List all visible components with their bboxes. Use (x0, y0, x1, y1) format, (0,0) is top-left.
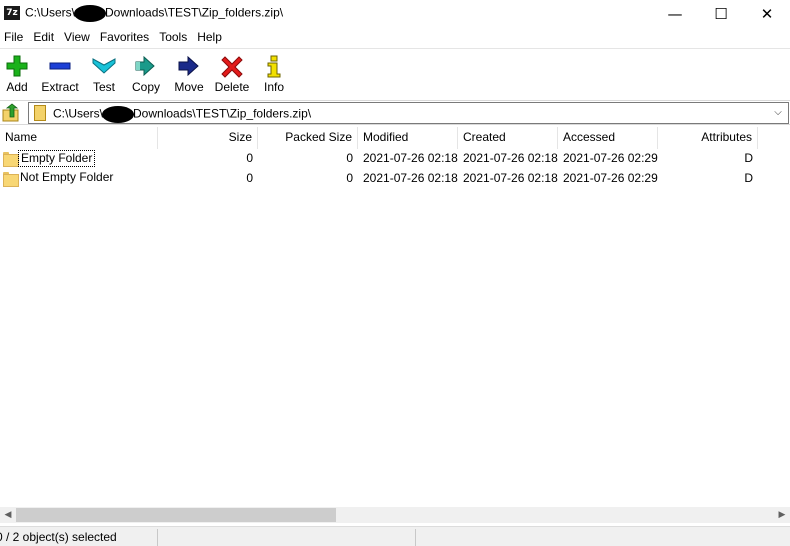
item-modified: 2021-07-26 02:18 (363, 170, 458, 185)
menu-help[interactable]: Help (193, 28, 228, 47)
item-created: 2021-07-26 02:18 (463, 170, 558, 185)
scroll-left-icon[interactable]: ◀ (0, 507, 16, 523)
maximize-icon: ☐ (714, 4, 728, 23)
minimize-icon: — (667, 4, 683, 23)
title-path-prefix: C:\Users\ (25, 5, 76, 20)
status-bar: 0 / 2 object(s) selected (0, 526, 790, 546)
delete-icon (221, 56, 243, 78)
item-created: 2021-07-26 02:18 (463, 151, 558, 165)
file-list: Empty Folder 0 0 2021-07-26 02:18 2021-0… (0, 149, 790, 188)
close-icon: ✕ (760, 4, 774, 23)
window-title: C:\Users\ Downloads\TEST\Zip_folders.zip\ (25, 5, 283, 22)
minimize-button[interactable]: — (652, 0, 698, 27)
item-packed-size: 0 (346, 151, 353, 165)
extract-icon (49, 62, 71, 70)
list-item[interactable]: Not Empty Folder 0 0 2021-07-26 02:18 20… (0, 169, 790, 189)
column-attributes[interactable]: Attributes (658, 127, 758, 149)
menu-favorites[interactable]: Favorites (96, 28, 155, 47)
maximize-button[interactable]: ☐ (698, 0, 744, 27)
menu-edit[interactable]: Edit (29, 28, 60, 47)
test-icon (92, 58, 116, 74)
info-button[interactable]: Info (260, 51, 288, 97)
path-suffix: Downloads\TEST\Zip_folders.zip\ (133, 106, 312, 121)
move-label: Move (174, 80, 204, 94)
column-header: Name Size Packed Size Modified Created A… (0, 127, 790, 149)
item-name: Not Empty Folder (20, 169, 114, 184)
up-folder-icon[interactable] (1, 103, 21, 123)
info-icon (267, 55, 281, 78)
column-size[interactable]: Size (158, 127, 258, 149)
column-name[interactable]: Name (0, 127, 158, 149)
info-label: Info (263, 80, 284, 94)
column-created[interactable]: Created (458, 127, 558, 149)
folder-icon (3, 152, 19, 167)
scrollbar-thumb[interactable] (16, 508, 336, 522)
zip-archive-icon (34, 105, 46, 121)
horizontal-scrollbar[interactable]: ◀ ▶ (0, 507, 790, 523)
redacted-username (74, 5, 107, 22)
item-attributes: D (744, 151, 753, 165)
add-label: Add (6, 80, 28, 94)
title-bar: 7z C:\Users\ Downloads\TEST\Zip_folders.z… (0, 0, 790, 27)
chevron-down-icon[interactable]: ⌵ (771, 106, 785, 120)
title-path-suffix: Downloads\TEST\Zip_folders.zip\ (105, 5, 284, 20)
toolbar: Add Extract Test Copy Move Delete Info (0, 48, 790, 98)
column-packed-size[interactable]: Packed Size (258, 127, 358, 149)
menu-file[interactable]: File (0, 28, 29, 47)
item-accessed: 2021-07-26 02:29 (563, 170, 658, 185)
close-button[interactable]: ✕ (744, 0, 790, 27)
status-divider (157, 529, 158, 546)
move-icon (178, 55, 199, 77)
move-button[interactable]: Move (170, 51, 208, 97)
add-icon (6, 55, 28, 77)
list-item[interactable]: Empty Folder 0 0 2021-07-26 02:18 2021-0… (0, 149, 790, 169)
redacted-username (102, 106, 135, 123)
item-packed-size: 0 (346, 170, 353, 185)
path-text: C:\Users\ Downloads\TEST\Zip_folders.zip\ (53, 106, 311, 123)
item-attributes: D (744, 170, 753, 185)
delete-label: Delete (214, 80, 250, 94)
column-accessed[interactable]: Accessed (558, 127, 658, 149)
copy-button[interactable]: Copy (128, 51, 164, 97)
item-size: 0 (246, 151, 253, 165)
folder-icon (3, 171, 19, 187)
copy-label: Copy (131, 80, 160, 94)
menu-bar: File Edit View Favorites Tools Help (0, 28, 790, 47)
column-modified[interactable]: Modified (358, 127, 458, 149)
address-bar: C:\Users\ Downloads\TEST\Zip_folders.zip\… (0, 100, 790, 125)
extract-label: Extract (41, 80, 79, 94)
delete-button[interactable]: Delete (213, 51, 251, 97)
item-size: 0 (246, 170, 253, 185)
scroll-right-icon[interactable]: ▶ (774, 507, 790, 523)
selection-status: 0 / 2 object(s) selected (0, 530, 117, 544)
menu-view[interactable]: View (60, 28, 96, 47)
test-button[interactable]: Test (88, 51, 120, 97)
status-divider (415, 529, 416, 546)
item-modified: 2021-07-26 02:18 (363, 151, 458, 165)
7zip-app-icon: 7z (4, 6, 20, 20)
menu-tools[interactable]: Tools (155, 28, 193, 47)
item-accessed: 2021-07-26 02:29 (563, 151, 658, 165)
path-input[interactable]: C:\Users\ Downloads\TEST\Zip_folders.zip\… (28, 102, 789, 124)
path-prefix: C:\Users\ (53, 106, 104, 121)
item-name: Empty Folder (18, 150, 96, 167)
extract-button[interactable]: Extract (38, 51, 82, 97)
test-label: Test (92, 80, 115, 94)
add-button[interactable]: Add (2, 51, 32, 97)
copy-icon (135, 55, 155, 77)
